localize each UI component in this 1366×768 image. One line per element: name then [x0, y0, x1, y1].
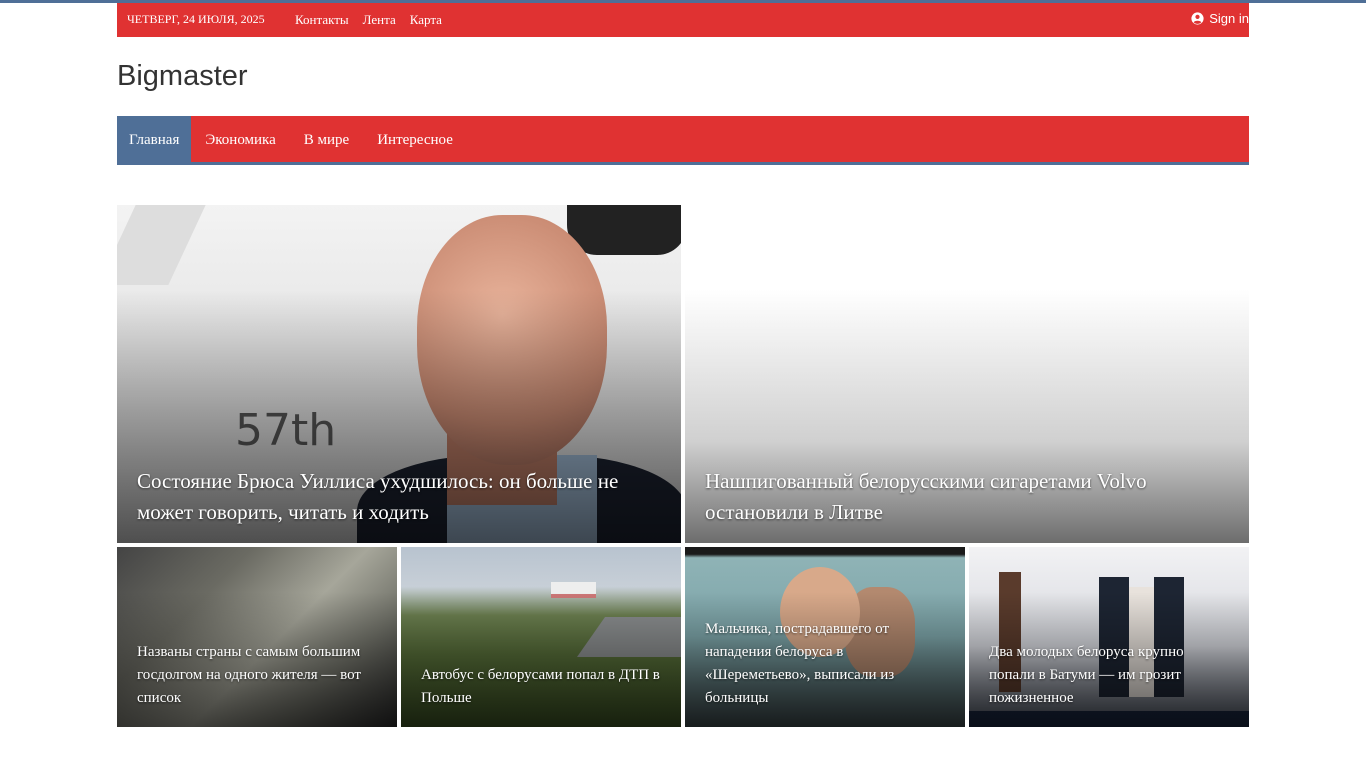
site-logo[interactable]: Bigmaster: [117, 60, 248, 93]
article-title[interactable]: Мальчика, пострадавшего от нападения бел…: [705, 618, 945, 710]
article-title[interactable]: Два молодых белоруса крупно попали в Бат…: [989, 641, 1229, 710]
sign-in-label: Sign in: [1209, 11, 1249, 26]
top-link-feed[interactable]: Лента: [363, 12, 396, 28]
featured-card-small[interactable]: Два молодых белоруса крупно попали в Бат…: [969, 547, 1249, 727]
nav-item-home[interactable]: Главная: [117, 116, 192, 162]
sign-in-link[interactable]: Sign in: [1191, 11, 1249, 26]
top-bar: ЧЕТВЕРГ, 24 ИЮЛЯ, 2025 Контакты Лента Ка…: [117, 3, 1249, 37]
nav-item-economy[interactable]: Экономика: [191, 116, 289, 162]
article-title[interactable]: Нашпигованный белорусскими сигаретами Vo…: [705, 466, 1229, 528]
article-title[interactable]: Названы страны с самым большим госдолгом…: [137, 641, 377, 710]
top-links: Контакты Лента Карта: [295, 12, 456, 28]
featured-card-large[interactable]: 57th Состояние Брюса Уиллиса ухудшилось:…: [117, 205, 681, 543]
top-link-map[interactable]: Карта: [410, 12, 442, 28]
top-link-contacts[interactable]: Контакты: [295, 12, 349, 28]
main-navigation: Главная Экономика В мире Интересное: [117, 116, 1249, 165]
nav-item-world[interactable]: В мире: [290, 116, 363, 162]
article-title[interactable]: Состояние Брюса Уиллиса ухудшилось: он б…: [137, 466, 661, 528]
user-circle-icon: [1191, 12, 1204, 25]
featured-card-large[interactable]: Нашпигованный белорусскими сигаретами Vo…: [685, 205, 1249, 543]
featured-card-small[interactable]: Автобус с белорусами попал в ДТП в Польш…: [401, 547, 681, 727]
featured-card-small[interactable]: Мальчика, пострадавшего от нападения бел…: [685, 547, 965, 727]
article-title[interactable]: Автобус с белорусами попал в ДТП в Польш…: [421, 664, 661, 710]
featured-card-small[interactable]: Названы страны с самым большим госдолгом…: [117, 547, 397, 727]
current-date: ЧЕТВЕРГ, 24 ИЮЛЯ, 2025: [127, 12, 265, 26]
nav-item-interesting[interactable]: Интересное: [363, 116, 467, 162]
